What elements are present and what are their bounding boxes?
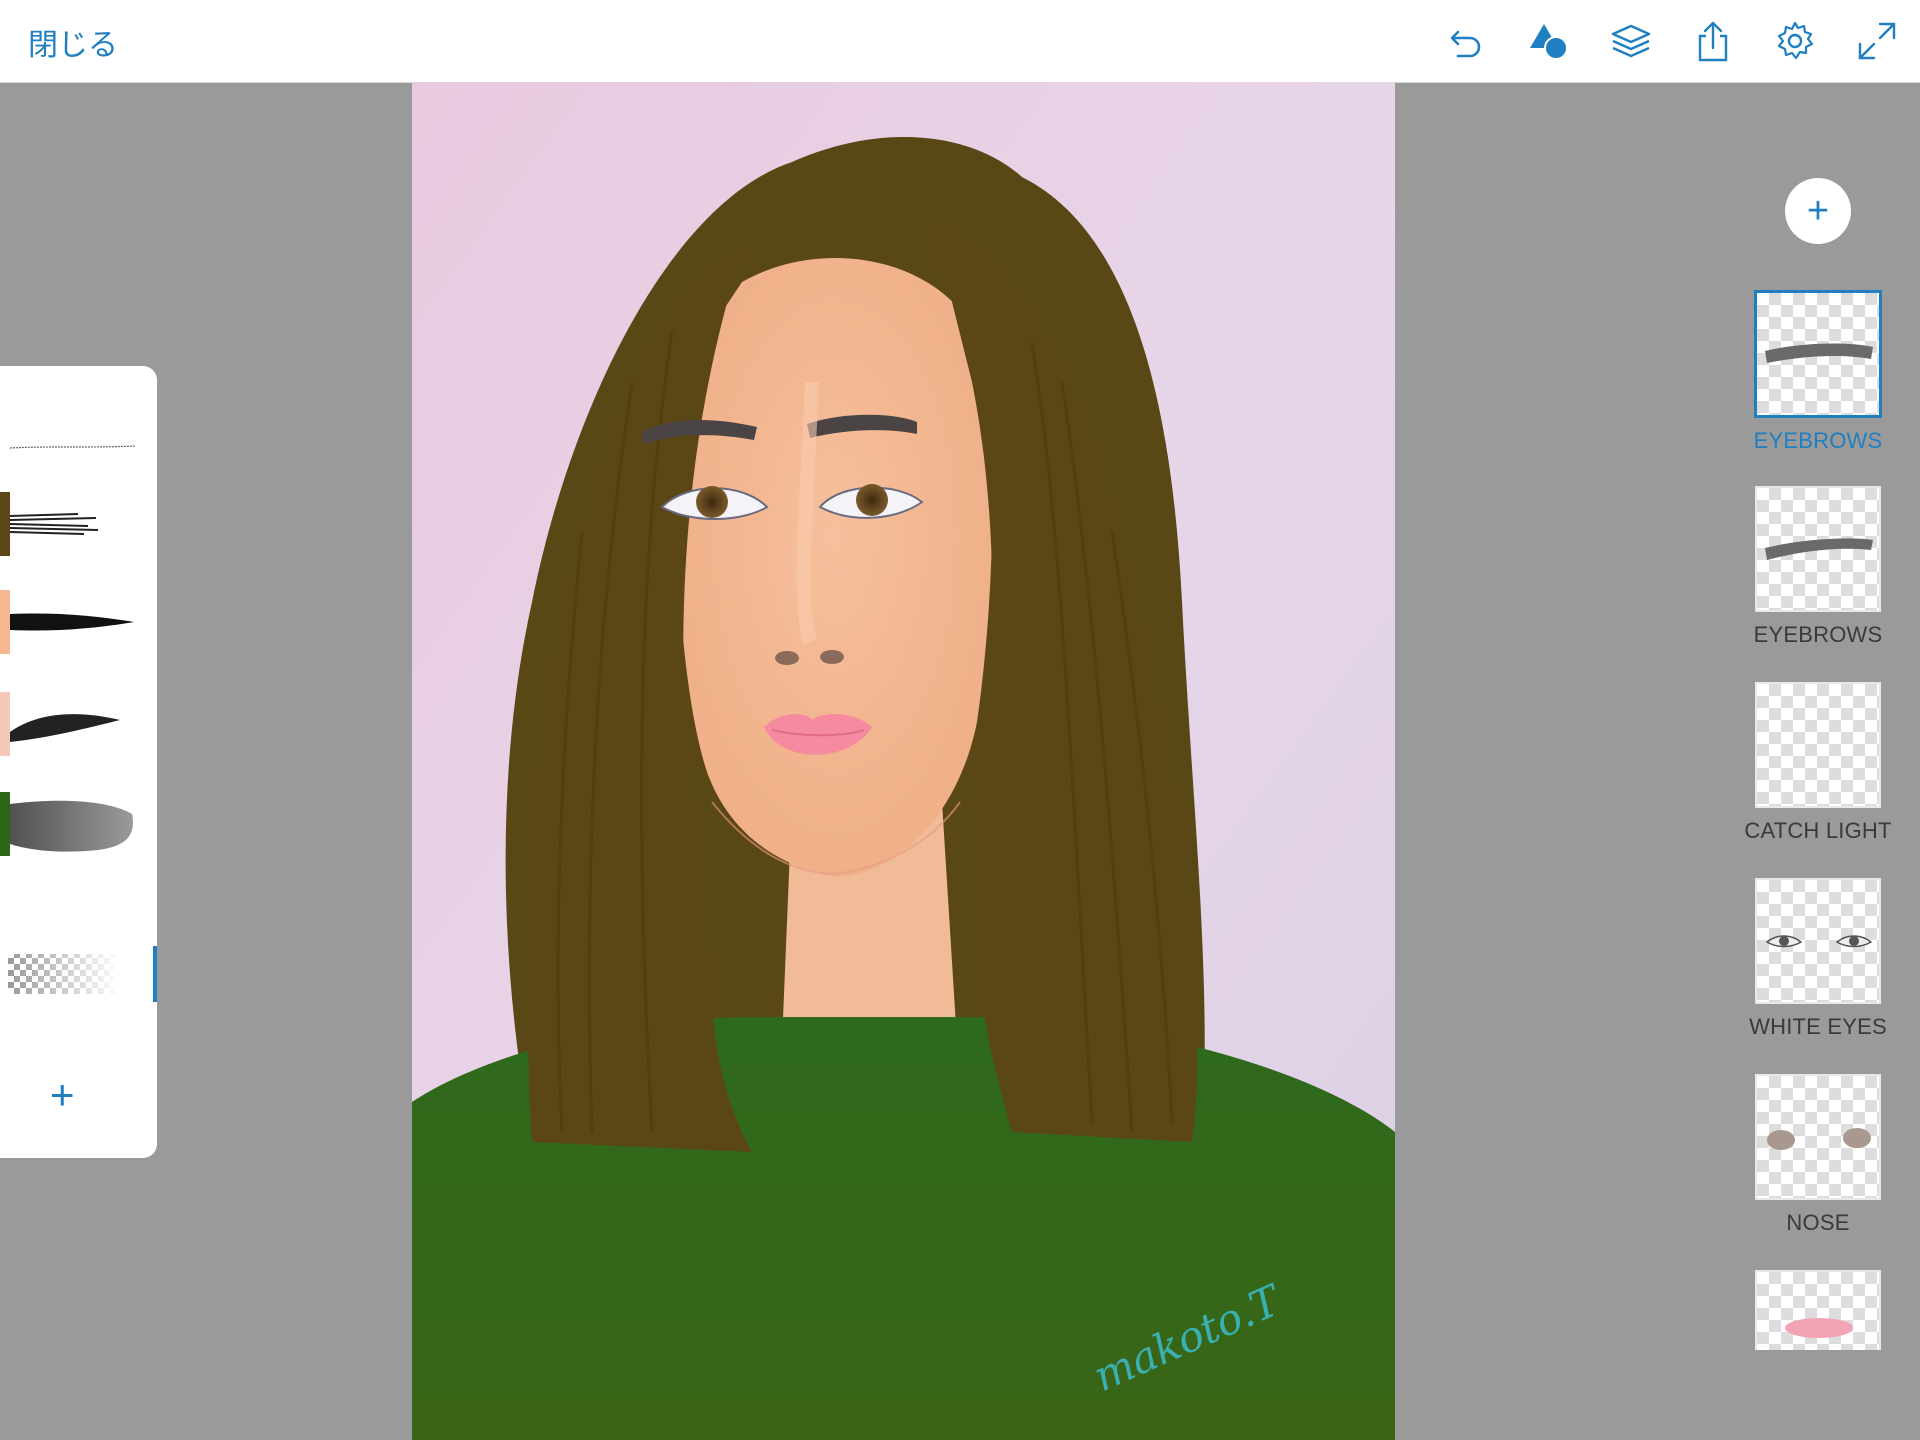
- layer-thumbnail: [1755, 486, 1881, 612]
- brush-panel: +: [0, 366, 157, 1158]
- expand-icon: [1858, 22, 1896, 60]
- brush-eraser[interactable]: [0, 934, 157, 1014]
- layer-thumbnail: [1755, 682, 1881, 808]
- add-layer-button[interactable]: +: [1785, 178, 1851, 244]
- undo-button[interactable]: [1442, 16, 1492, 66]
- layer-label: EYEBROWS: [1753, 622, 1883, 647]
- top-toolbar: 閉じる: [0, 0, 1920, 83]
- brush-fine-line[interactable]: [0, 406, 150, 486]
- drawing-canvas[interactable]: makoto.T: [412, 82, 1395, 1440]
- layer-thumbnail: [1754, 290, 1882, 418]
- fine-line-brush-icon: [9, 445, 137, 449]
- settings-button[interactable]: [1770, 16, 1820, 66]
- share-button[interactable]: [1688, 16, 1738, 66]
- layer-item[interactable]: EYEBROWS: [1740, 486, 1896, 648]
- layer-thumbnail: [1755, 1270, 1881, 1350]
- brush-watercolor[interactable]: [0, 784, 150, 864]
- dry-brush-icon: [9, 513, 99, 535]
- share-icon: [1698, 21, 1728, 62]
- brush-tapered-pen[interactable]: [0, 582, 150, 662]
- layer-label: EYEBROWS: [1753, 428, 1883, 453]
- fullscreen-button[interactable]: [1852, 16, 1902, 66]
- layer-label: WHITE EYES: [1749, 1014, 1887, 1039]
- portrait-artwork: makoto.T: [412, 82, 1395, 1440]
- shapes-icon: [1530, 24, 1568, 60]
- layer-item[interactable]: NOSE: [1740, 1074, 1896, 1236]
- layer-item[interactable]: WHITE EYES: [1740, 878, 1896, 1040]
- watercolor-brush-icon: [10, 800, 133, 852]
- tapered-pen-icon: [10, 613, 134, 631]
- brush-charcoal[interactable]: [0, 684, 150, 764]
- undo-icon: [1450, 30, 1481, 58]
- layer-label: CATCH LIGHT: [1744, 818, 1892, 843]
- layer-thumbnail: [1755, 1074, 1881, 1200]
- active-brush-indicator: [153, 946, 157, 1002]
- eraser-brush-icon: [8, 954, 120, 994]
- layer-thumbnail: [1755, 878, 1881, 1004]
- add-brush-button[interactable]: +: [50, 1074, 75, 1116]
- layer-label: NOSE: [1786, 1210, 1850, 1235]
- gear-icon: [1777, 21, 1814, 60]
- brush-dry[interactable]: [0, 484, 150, 564]
- charcoal-brush-icon: [10, 714, 120, 742]
- layer-item[interactable]: [1740, 1270, 1896, 1350]
- shapes-button[interactable]: [1524, 16, 1574, 66]
- close-button[interactable]: 閉じる: [28, 20, 118, 64]
- layer-item[interactable]: EYEBROWS: [1740, 290, 1896, 454]
- layers-icon: [1611, 24, 1651, 58]
- layers-button[interactable]: [1606, 16, 1656, 66]
- layer-item[interactable]: CATCH LIGHT: [1740, 682, 1896, 844]
